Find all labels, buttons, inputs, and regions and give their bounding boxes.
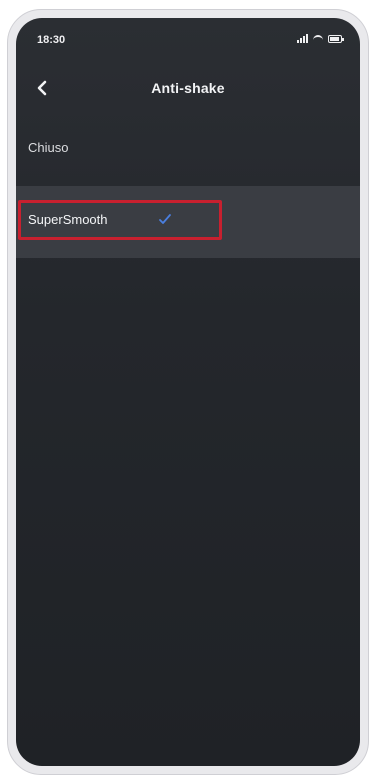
option-list: Chiuso SuperSmooth <box>16 114 360 258</box>
phone-frame: 18:30 Anti-shake Chiuso SuperSmooth <box>7 9 369 775</box>
status-icons <box>297 34 344 43</box>
battery-icon <box>328 35 344 43</box>
signal-icon <box>297 34 308 43</box>
app-screen: 18:30 Anti-shake Chiuso SuperSmooth <box>16 18 360 766</box>
nav-bar: Anti-shake <box>16 66 360 110</box>
wifi-icon <box>313 35 323 43</box>
option-label: Chiuso <box>28 140 69 155</box>
status-bar: 18:30 <box>16 18 360 54</box>
checkmark-icon <box>159 214 171 224</box>
option-label: SuperSmooth <box>28 212 108 227</box>
page-title: Anti-shake <box>151 80 225 96</box>
option-item-chiuso[interactable]: Chiuso <box>16 114 360 186</box>
status-time: 18:30 <box>37 34 66 46</box>
option-item-supersmooth[interactable]: SuperSmooth <box>16 186 360 258</box>
